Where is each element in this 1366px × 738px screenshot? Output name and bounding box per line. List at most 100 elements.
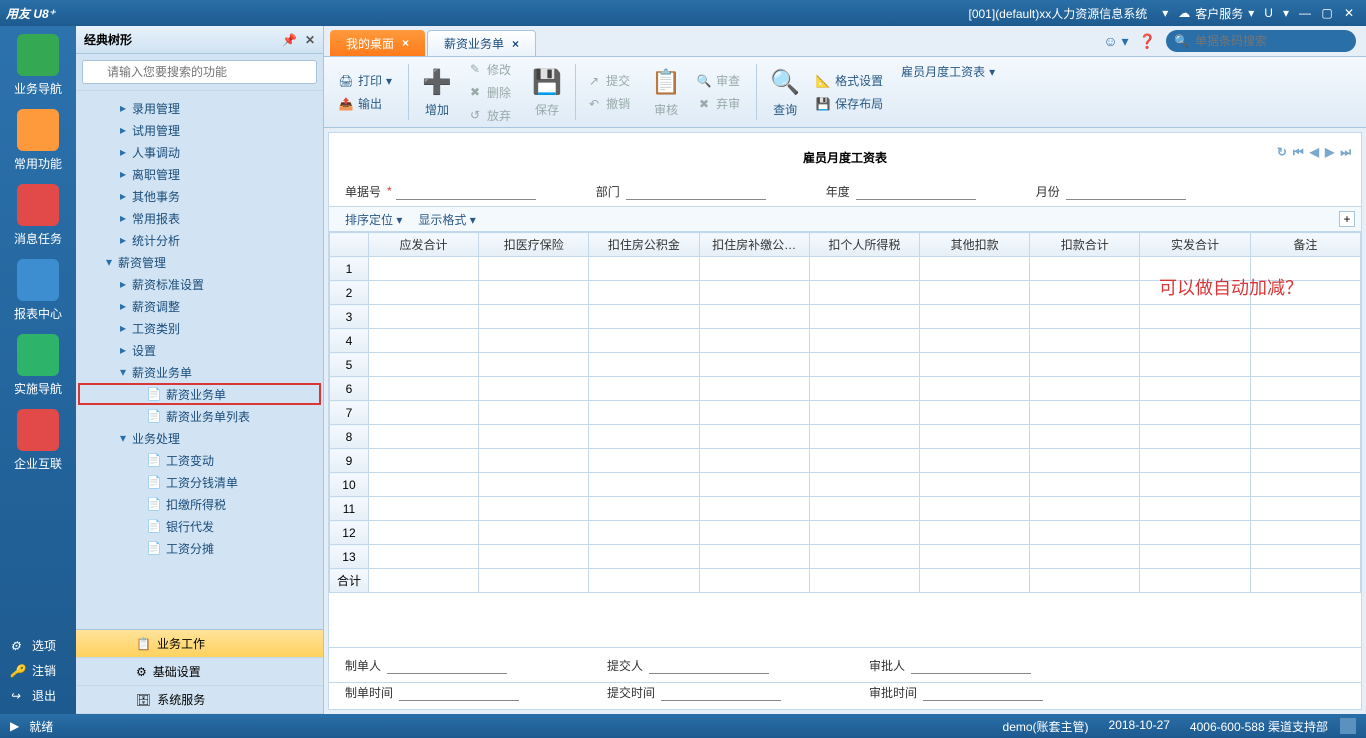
tree-node[interactable]: ▸人事调动: [78, 141, 321, 163]
add-button[interactable]: ➕增加: [413, 67, 461, 118]
service-link[interactable]: 客户服务: [1195, 5, 1243, 22]
grid-cell[interactable]: [368, 281, 478, 305]
grid-cell[interactable]: [809, 305, 919, 329]
grid-cell[interactable]: [1250, 401, 1360, 425]
dock-bottom-item[interactable]: 🔑注销: [0, 658, 76, 683]
tree-node[interactable]: ▾业务处理: [78, 427, 321, 449]
grid-expand-icon[interactable]: +: [1339, 211, 1355, 227]
barcode-search[interactable]: 🔍: [1166, 30, 1356, 52]
save-button[interactable]: 💾保存: [523, 67, 571, 118]
status-arrow-icon[interactable]: ▶: [10, 719, 19, 733]
grid-cell[interactable]: [699, 497, 809, 521]
grid-cell[interactable]: [919, 305, 1029, 329]
grid-cell[interactable]: [809, 473, 919, 497]
grid-cell[interactable]: [699, 377, 809, 401]
grid-cell[interactable]: [919, 521, 1029, 545]
grid-cell[interactable]: [699, 473, 809, 497]
minimize-icon[interactable]: —: [1296, 4, 1314, 22]
grid-cell[interactable]: [919, 545, 1029, 569]
grid-cell[interactable]: [809, 377, 919, 401]
grid-cell[interactable]: [479, 473, 589, 497]
unaudit-button[interactable]: ✖弃审: [690, 93, 746, 114]
grid-cell[interactable]: [589, 497, 699, 521]
grid-cell[interactable]: [809, 353, 919, 377]
grid-cell[interactable]: [1140, 521, 1250, 545]
grid-cell[interactable]: [699, 305, 809, 329]
grid-cell[interactable]: [368, 473, 478, 497]
tree-node[interactable]: ▸薪资调整: [78, 295, 321, 317]
query-button[interactable]: 🔍查询: [761, 67, 809, 118]
grid-cell[interactable]: [1030, 377, 1140, 401]
smiley-icon[interactable]: ☺ ▾: [1103, 33, 1128, 50]
dock-bottom-item[interactable]: ⚙选项: [0, 633, 76, 658]
tree-node[interactable]: 📄扣缴所得税: [78, 493, 321, 515]
status-square-icon[interactable]: [1340, 718, 1356, 734]
grid-cell[interactable]: [1250, 545, 1360, 569]
grid-cell[interactable]: [919, 353, 1029, 377]
grid-cell[interactable]: [919, 281, 1029, 305]
grid-cell[interactable]: [479, 353, 589, 377]
tree-node[interactable]: ▸试用管理: [78, 119, 321, 141]
grid-cell[interactable]: [1140, 497, 1250, 521]
grid-cell[interactable]: [589, 425, 699, 449]
grid-cell[interactable]: [1030, 521, 1140, 545]
service-icon[interactable]: ☁: [1175, 4, 1193, 22]
delete-button[interactable]: ✖删除: [461, 82, 517, 103]
maximize-icon[interactable]: ▢: [1318, 4, 1336, 22]
grid-cell[interactable]: [809, 401, 919, 425]
grid-cell[interactable]: [699, 353, 809, 377]
grid-cell[interactable]: [1030, 281, 1140, 305]
grid-cell[interactable]: [589, 329, 699, 353]
grid-cell[interactable]: [479, 425, 589, 449]
grid-cell[interactable]: [589, 473, 699, 497]
grid-cell[interactable]: [589, 449, 699, 473]
grid-cell[interactable]: [699, 545, 809, 569]
tree-node[interactable]: ▸录用管理: [78, 97, 321, 119]
grid-cell[interactable]: [479, 305, 589, 329]
grid-cell[interactable]: [1030, 449, 1140, 473]
dock-item[interactable]: 业务导航: [8, 34, 68, 97]
grid-cell[interactable]: [1030, 401, 1140, 425]
prev-icon[interactable]: ◀: [1310, 145, 1319, 160]
grid-cell[interactable]: [699, 281, 809, 305]
grid-cell[interactable]: [809, 545, 919, 569]
grid-cell[interactable]: [1250, 305, 1360, 329]
grid-cell[interactable]: [479, 545, 589, 569]
revoke-button[interactable]: ↶撤销: [580, 93, 636, 114]
data-grid[interactable]: 应发合计扣医疗保险扣住房公积金扣住房补缴公…扣个人所得税其他扣款扣款合计实发合计…: [329, 232, 1361, 593]
grid-cell[interactable]: [1030, 257, 1140, 281]
grid-cell[interactable]: [368, 377, 478, 401]
grid-cell[interactable]: [589, 257, 699, 281]
grid-cell[interactable]: [589, 353, 699, 377]
sort-button[interactable]: 排序定位 ▾: [337, 211, 410, 228]
grid-cell[interactable]: [919, 329, 1029, 353]
grid-cell[interactable]: [919, 449, 1029, 473]
grid-cell[interactable]: [1030, 497, 1140, 521]
savelayout-button[interactable]: 💾保存布局: [809, 93, 889, 114]
grid-cell[interactable]: [368, 545, 478, 569]
grid-cell[interactable]: [699, 257, 809, 281]
tree-node[interactable]: ▾薪资管理: [78, 251, 321, 273]
grid-cell[interactable]: [1250, 449, 1360, 473]
tab-desktop[interactable]: 我的桌面 ×: [330, 30, 425, 56]
billno-field[interactable]: [396, 182, 536, 200]
grid-cell[interactable]: [1030, 473, 1140, 497]
grid-cell[interactable]: [919, 497, 1029, 521]
month-field[interactable]: [1066, 182, 1186, 200]
service-dropdown[interactable]: ▾: [1244, 6, 1258, 20]
grid-cell[interactable]: [699, 401, 809, 425]
grid-cell[interactable]: [1140, 281, 1250, 305]
help-icon[interactable]: ❓: [1139, 33, 1156, 50]
grid-cell[interactable]: [589, 305, 699, 329]
pin-icon[interactable]: 📌: [282, 33, 297, 47]
grid-cell[interactable]: [809, 425, 919, 449]
last-icon[interactable]: ⏭: [1340, 145, 1351, 160]
grid-cell[interactable]: [1140, 545, 1250, 569]
format-button[interactable]: 📐格式设置: [809, 70, 889, 91]
first-icon[interactable]: ⏮: [1293, 145, 1304, 160]
tree-footer-item[interactable]: 🗄系统服务: [76, 686, 323, 714]
dock-item[interactable]: 消息任务: [8, 184, 68, 247]
grid-cell[interactable]: [1250, 281, 1360, 305]
grid-cell[interactable]: [699, 521, 809, 545]
grid-cell[interactable]: [1140, 425, 1250, 449]
